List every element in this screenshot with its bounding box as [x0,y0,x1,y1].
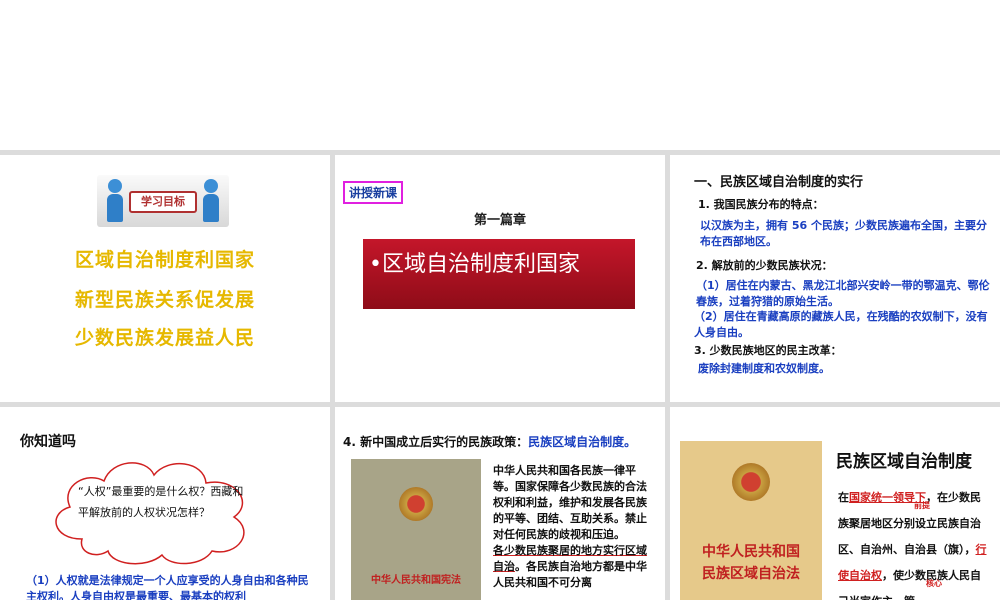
top-blank-area [0,0,1000,150]
policy-heading: 4. 新中国成立后实行的民族政策：民族区域自治制度。 [343,433,636,450]
answer-text: （1）人权就是法律规定一个人应享受的人身自由和各种民主权利。人身自由权是最重要、… [26,574,309,600]
national-emblem-icon [732,463,770,501]
learning-goal-banner: 学习目标 [97,175,229,227]
point-3-heading: 3. 少数民族地区的民主改革： [694,344,842,357]
point-1-heading: 1. 我国民族分布的特点： [698,198,824,211]
chapter-title-text: •区域自治制度利国家 [369,252,580,277]
chapter-heading: 第一篇章 [473,213,526,228]
autonomy-law-book-title: 中华人民共和国 民族区域自治法 [680,541,822,585]
excerpt-para-1: 中华人民共和国各民族一律平等。国家保障各少数民族的合法权利和利益，维护和发展各民… [493,464,647,541]
slide-thumbnail-3[interactable]: 一、民族区域自治制度的实行 1. 我国民族分布的特点： 以汉族为主，拥有 56 … [670,155,1000,402]
point-2-text-a: （1）居住在内蒙古、黑龙江北部兴安岭一带的鄂温克、鄂伦春族，过着狩猎的原始生活。 [696,279,990,308]
point-2-text-b: （2）居住在青藏高原的藏族人民，在残酷的农奴制下，没有人身自由。 [694,310,988,339]
slide-thumbnail-4[interactable]: 你知道吗 “人权”最重要的是什么权？西藏和平解放前的人权状况怎样？ （1）人权就… [0,407,330,600]
policy-heading-text: 4. 新中国成立后实行的民族政策： [343,435,529,449]
point-2-heading: 2. 解放前的少数民族状况： [696,259,833,272]
constitution-book-cover: 中华人民共和国宪法 [351,459,481,600]
point-1-text: 以汉族为主，拥有 56 个民族；少数民族遍布全国，主要分布在西部地区。 [700,219,987,248]
goal-line-1: 区域自治制度利国家 [74,249,255,271]
chapter-title-box: •区域自治制度利国家 [363,239,635,309]
book-title-line-1: 中华人民共和国 [702,544,800,560]
slide-thumbnail-2[interactable]: 讲授新课 第一篇章 •区域自治制度利国家 [335,155,665,402]
learning-goal-label: 学习目标 [129,191,197,213]
autonomy-definition: 在国家统一领导下，在少数民族聚居地区分别设立民族自治区、自治州、自治县（旗），行… [838,485,988,600]
goal-line-3: 少数民族发展益人民 [74,327,255,349]
new-lesson-tag: 讲授新课 [343,181,404,204]
definition-prefix: 在 [838,491,849,504]
section-title: 一、民族区域自治制度的实行 [694,175,864,190]
annotation-premise: 前提 [914,501,930,510]
slide-thumbnail-6[interactable]: 中华人民共和国 民族区域自治法 民族区域自治制度 在国家统一领导下，在少数民族聚… [670,407,1000,600]
book-title-line-2: 民族区域自治法 [702,566,800,582]
slide-thumbnail-5[interactable]: 4. 新中国成立后实行的民族政策：民族区域自治制度。 中华人民共和国宪法 中华人… [335,407,665,600]
goal-line-2: 新型民族关系促发展 [74,289,255,311]
slide-thumbnail-1[interactable]: 学习目标 区域自治制度利国家 新型民族关系促发展 少数民族发展益人民 [0,155,330,402]
annotation-core: 核心 [926,579,942,588]
policy-name: 民族区域自治制度。 [528,435,637,449]
autonomy-title: 民族区域自治制度 [836,452,972,472]
excerpt-para-2: 。各民族自治地方都是中华人民共和国不可分离 [493,560,647,589]
did-you-know-title: 你知道吗 [20,434,76,450]
person-figure-icon [201,179,221,223]
constitution-book-title: 中华人民共和国宪法 [371,575,461,586]
constitution-excerpt: 中华人民共和国各民族一律平等。国家保障各少数民族的合法权利和利益，维护和发展各民… [493,463,655,591]
person-figure-icon [105,179,125,223]
cloud-question: “人权”最重要的是什么权？西藏和平解放前的人权状况怎样？ [78,485,244,519]
point-3-text: 废除封建制度和农奴制度。 [698,362,830,375]
autonomy-law-book-cover: 中华人民共和国 民族区域自治法 [680,441,822,600]
national-emblem-icon [399,487,433,521]
